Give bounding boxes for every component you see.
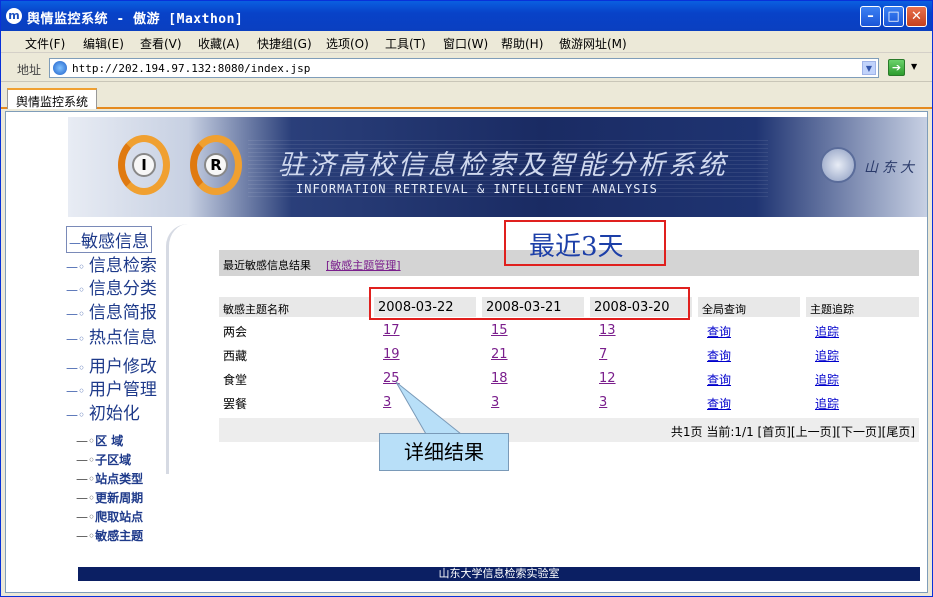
tab-monitor-system[interactable]: 舆情监控系统 (7, 88, 98, 109)
nav-sub-crawl-site[interactable]: —◦爬取站点 (76, 508, 143, 525)
count-link[interactable]: 13 (599, 323, 616, 338)
nav-divider (166, 224, 188, 474)
row-topic: 罢餐 (223, 397, 248, 411)
menu-favorites[interactable]: 收藏(A) (198, 35, 240, 52)
annotation-detail-results: 详细结果 (379, 433, 509, 471)
nav-info-classify[interactable]: —◦ 信息分类 (66, 274, 157, 299)
count-link[interactable]: 19 (383, 347, 400, 362)
count-link[interactable]: 15 (491, 323, 508, 338)
address-bar: 地址 http://202.194.97.132:8080/index.jsp … (1, 54, 932, 82)
menu-view[interactable]: 查看(V) (140, 35, 182, 52)
window-title: 舆情监控系统 - 傲游 [Maxthon] (27, 12, 244, 27)
menu-groups[interactable]: 快捷组(G) (257, 35, 312, 52)
go-menu-arrow-icon[interactable]: ▼ (911, 62, 917, 71)
nav-sub-region[interactable]: —◦区 域 (76, 432, 123, 449)
logo-r: R (190, 135, 242, 195)
menu-edit[interactable]: 编辑(E) (83, 35, 124, 52)
menu-window[interactable]: 窗口(W) (443, 35, 488, 52)
count-link[interactable]: 21 (491, 347, 508, 362)
page-icon (53, 61, 67, 75)
menu-tools[interactable]: 工具(T) (385, 35, 426, 52)
query-link[interactable]: 查询 (707, 347, 731, 364)
track-link[interactable]: 追踪 (815, 395, 839, 412)
query-link[interactable]: 查询 (707, 371, 731, 388)
header-global-query: 全局查询 (698, 297, 800, 317)
query-link[interactable]: 查询 (707, 395, 731, 412)
minimize-button[interactable]: – (860, 6, 881, 27)
title-bar: m 舆情监控系统 - 傲游 [Maxthon] – □ ✕ (1, 1, 932, 31)
nav-initialize[interactable]: —◦ 初始化 (66, 399, 140, 424)
count-link[interactable]: 17 (383, 323, 400, 338)
count-link[interactable]: 18 (491, 371, 508, 386)
nav-sub-sensitive-topic[interactable]: —◦敏感主题 (76, 527, 143, 544)
nav-info-search[interactable]: —◦ 信息检索 (66, 251, 157, 276)
nav-user-modify[interactable]: —◦ 用户修改 (66, 352, 157, 377)
count-link[interactable]: 3 (491, 395, 499, 410)
page-content: I R 驻济高校信息检索及智能分析系统 INFORMATION RETRIEVA… (5, 111, 928, 593)
university-emblem-icon (820, 147, 856, 183)
results-title: 最近敏感信息结果 (223, 259, 311, 272)
track-link[interactable]: 追踪 (815, 323, 839, 340)
annotation-box-dates (369, 287, 690, 320)
nav-sub-update-cycle[interactable]: —◦更新周期 (76, 489, 143, 506)
nav-sensitive-info[interactable]: —敏感信息 (66, 226, 152, 253)
system-subtitle: INFORMATION RETRIEVAL & INTELLIGENT ANAL… (296, 182, 658, 196)
close-button[interactable]: ✕ (906, 6, 927, 27)
footer-bar: 山东大学信息检索实验室 (78, 567, 920, 581)
tab-bar: 舆情监控系统 (1, 83, 932, 109)
manage-topics-link[interactable]: [敏感主题管理] (326, 257, 401, 273)
menu-bar: 文件(F) 编辑(E) 查看(V) 收藏(A) 快捷组(G) 选项(O) 工具(… (1, 31, 932, 53)
track-link[interactable]: 追踪 (815, 347, 839, 364)
menu-options[interactable]: 选项(O) (326, 35, 369, 52)
header-topic-track: 主题追踪 (806, 297, 919, 317)
pagination-text[interactable]: 共1页 当前:1/1 [首页][上一页][下一页][尾页] (671, 423, 915, 440)
annotation-recent-days: 最近3天 (529, 232, 624, 262)
nav-hot-info[interactable]: —◦ 热点信息 (66, 323, 157, 348)
count-link[interactable]: 7 (599, 347, 607, 362)
callout-pointer (395, 381, 463, 435)
menu-maxthon-sites[interactable]: 傲游网址(M) (559, 35, 627, 52)
address-label: 地址 (17, 63, 42, 77)
pagination-bar: 共1页 当前:1/1 [首页][上一页][下一页][尾页] (219, 418, 919, 442)
count-link[interactable]: 12 (599, 371, 616, 386)
row-topic: 食堂 (223, 373, 248, 387)
nav-user-manage[interactable]: —◦ 用户管理 (66, 375, 157, 400)
maxthon-icon[interactable]: m (6, 8, 22, 24)
query-link[interactable]: 查询 (707, 323, 731, 340)
nav-info-brief[interactable]: —◦ 信息简报 (66, 298, 157, 323)
maximize-button[interactable]: □ (883, 6, 904, 27)
menu-file[interactable]: 文件(F) (25, 35, 65, 52)
nav-sub-site-type[interactable]: —◦站点类型 (76, 470, 143, 487)
address-field[interactable]: http://202.194.97.132:8080/index.jsp ▼ (49, 58, 879, 78)
menu-help[interactable]: 帮助(H) (501, 35, 543, 52)
university-name: 山东大 (864, 160, 918, 176)
go-button[interactable]: ➔ (888, 59, 905, 76)
count-link[interactable]: 3 (599, 395, 607, 410)
row-topic: 两会 (223, 325, 248, 339)
header-topic: 敏感主题名称 (219, 297, 369, 317)
track-link[interactable]: 追踪 (815, 371, 839, 388)
chevron-down-icon[interactable]: ▼ (862, 61, 876, 75)
url-text[interactable]: http://202.194.97.132:8080/index.jsp (72, 62, 310, 75)
header-banner: I R 驻济高校信息检索及智能分析系统 INFORMATION RETRIEVA… (68, 117, 927, 217)
row-topic: 西藏 (223, 349, 248, 363)
nav-sub-subregion[interactable]: —◦子区域 (76, 451, 131, 468)
system-title: 驻济高校信息检索及智能分析系统 (278, 150, 728, 181)
logo-i: I (118, 135, 170, 195)
browser-window: m 舆情监控系统 - 傲游 [Maxthon] – □ ✕ 文件(F) 编辑(E… (0, 0, 933, 597)
